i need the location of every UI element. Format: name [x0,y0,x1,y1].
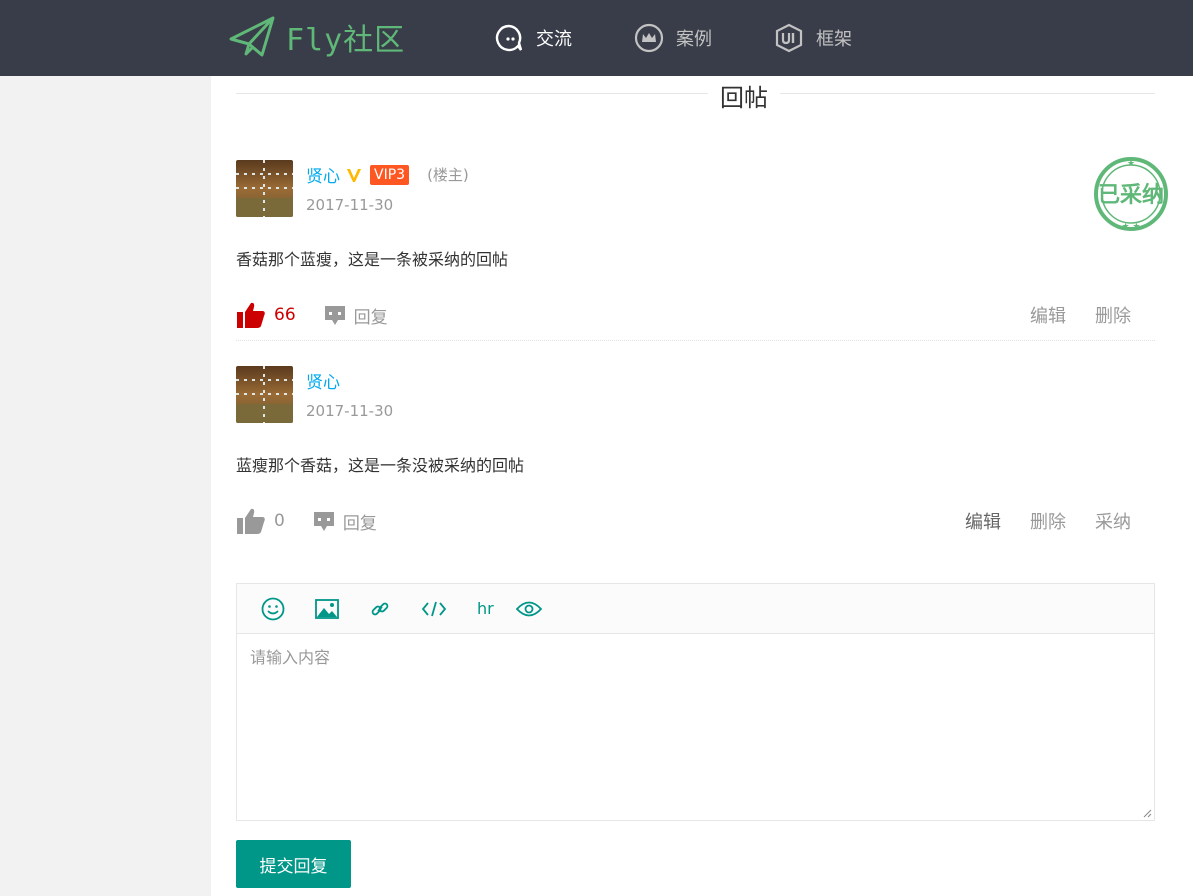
nav-item-label: 交流 [536,29,572,50]
avatar[interactable] [236,366,293,423]
reply-date: 2017-11-30 [306,196,394,214]
link-button[interactable] [369,598,391,620]
like-count: 0 [274,511,285,531]
reply-panel: 回帖 贤心 VIP3 (楼主) 2017-11-30 ★ ★ ★ 已采纳 香菇那… [211,76,1193,896]
crown-icon [634,23,664,53]
vip-badge: VIP3 [370,164,410,185]
reply-content: 香菇那个蓝瘦，这是一条被采纳的回帖 [236,250,509,269]
user-info: 贤心 VIP3 (楼主) [306,162,469,187]
admin-actions: 编辑 删除 采纳 [965,504,1131,538]
thumbs-up-icon [237,508,265,534]
owner-label: (楼主) [427,166,469,184]
editor-toolbar: hr [237,584,1154,634]
main-nav: 交流 案例 框架 [494,20,914,56]
accepted-stamp-icon: ★ ★ ★ 已采纳 [1094,157,1168,232]
reply-textarea[interactable] [237,634,1154,820]
thumbs-up-icon [237,302,265,328]
logo[interactable]: Fly社区 [228,12,405,62]
reply-item: 贤心 VIP3 (楼主) 2017-11-30 ★ ★ ★ 已采纳 香菇那个蓝瘦… [236,157,1168,340]
nav-item-framework[interactable]: 框架 [774,20,852,56]
hr-button[interactable]: hr [477,599,494,618]
code-button[interactable] [421,599,447,619]
reply-editor: hr [236,583,1155,821]
nav-item-exchange[interactable]: 交流 [494,20,572,56]
svg-text:★: ★ [1127,159,1135,169]
reply-content: 蓝瘦那个香菇，这是一条没被采纳的回帖 [236,456,525,475]
code-icon [421,601,447,616]
edit-button[interactable]: 编辑 [1030,302,1066,328]
image-button[interactable] [315,598,339,619]
like-count: 66 [274,305,296,325]
reply-button[interactable]: 回复 [313,509,377,534]
top-header: Fly社区 交流 案例 框架 [0,0,1193,76]
nav-item-label: 案例 [676,29,712,50]
avatar-image [236,160,293,217]
like-button[interactable]: 0 [236,507,285,535]
delete-button[interactable]: 删除 [1030,508,1066,534]
divider-line [236,93,1155,94]
admin-actions: 编辑 删除 [1030,298,1131,332]
username-link[interactable]: 贤心 [306,162,340,187]
reply-date: 2017-11-30 [306,402,394,420]
preview-icon [515,601,542,616]
reply-button[interactable]: 回复 [324,303,388,328]
section-title-text: 回帖 [708,78,780,113]
image-icon [315,598,339,619]
svg-text:★ ★: ★ ★ [1122,222,1141,232]
edit-button[interactable]: 编辑 [965,508,1001,534]
reply-actions: 66 回复 编辑 删除 [236,298,1155,332]
verified-icon [347,168,361,182]
accept-button[interactable]: 采纳 [1095,508,1131,534]
stamp-text: 已采纳 [1098,182,1164,208]
like-button[interactable]: 66 [236,301,296,329]
nav-item-cases[interactable]: 案例 [634,20,712,56]
logo-text: Fly社区 [286,23,406,58]
reply-item: 贤心 2017-11-30 蓝瘦那个香菇，这是一条没被采纳的回帖 0 回复 编辑 [236,366,1155,546]
reply-label: 回复 [342,513,377,534]
reply-label: 回复 [353,307,388,328]
comment-icon [324,306,345,325]
paper-plane-icon [229,16,275,57]
chat-icon [495,24,523,52]
emoji-button[interactable] [261,597,285,621]
hr-icon: hr [477,599,494,618]
reply-actions: 0 回复 编辑 删除 采纳 [236,504,1155,538]
link-icon [371,602,389,615]
section-title: 回帖 [236,76,1155,113]
comment-icon [313,512,334,531]
emoji-icon [261,597,285,620]
avatar-image [236,366,293,423]
nav-item-label: 框架 [816,29,852,50]
username-link[interactable]: 贤心 [306,368,340,393]
avatar[interactable] [236,160,293,217]
reply-divider [236,340,1155,341]
user-info: 贤心 [306,368,340,393]
ui-icon [775,23,803,53]
submit-reply-button[interactable]: 提交回复 [236,840,351,888]
preview-button[interactable] [515,600,542,618]
delete-button[interactable]: 删除 [1095,302,1131,328]
resize-handle-icon[interactable] [1142,808,1152,818]
